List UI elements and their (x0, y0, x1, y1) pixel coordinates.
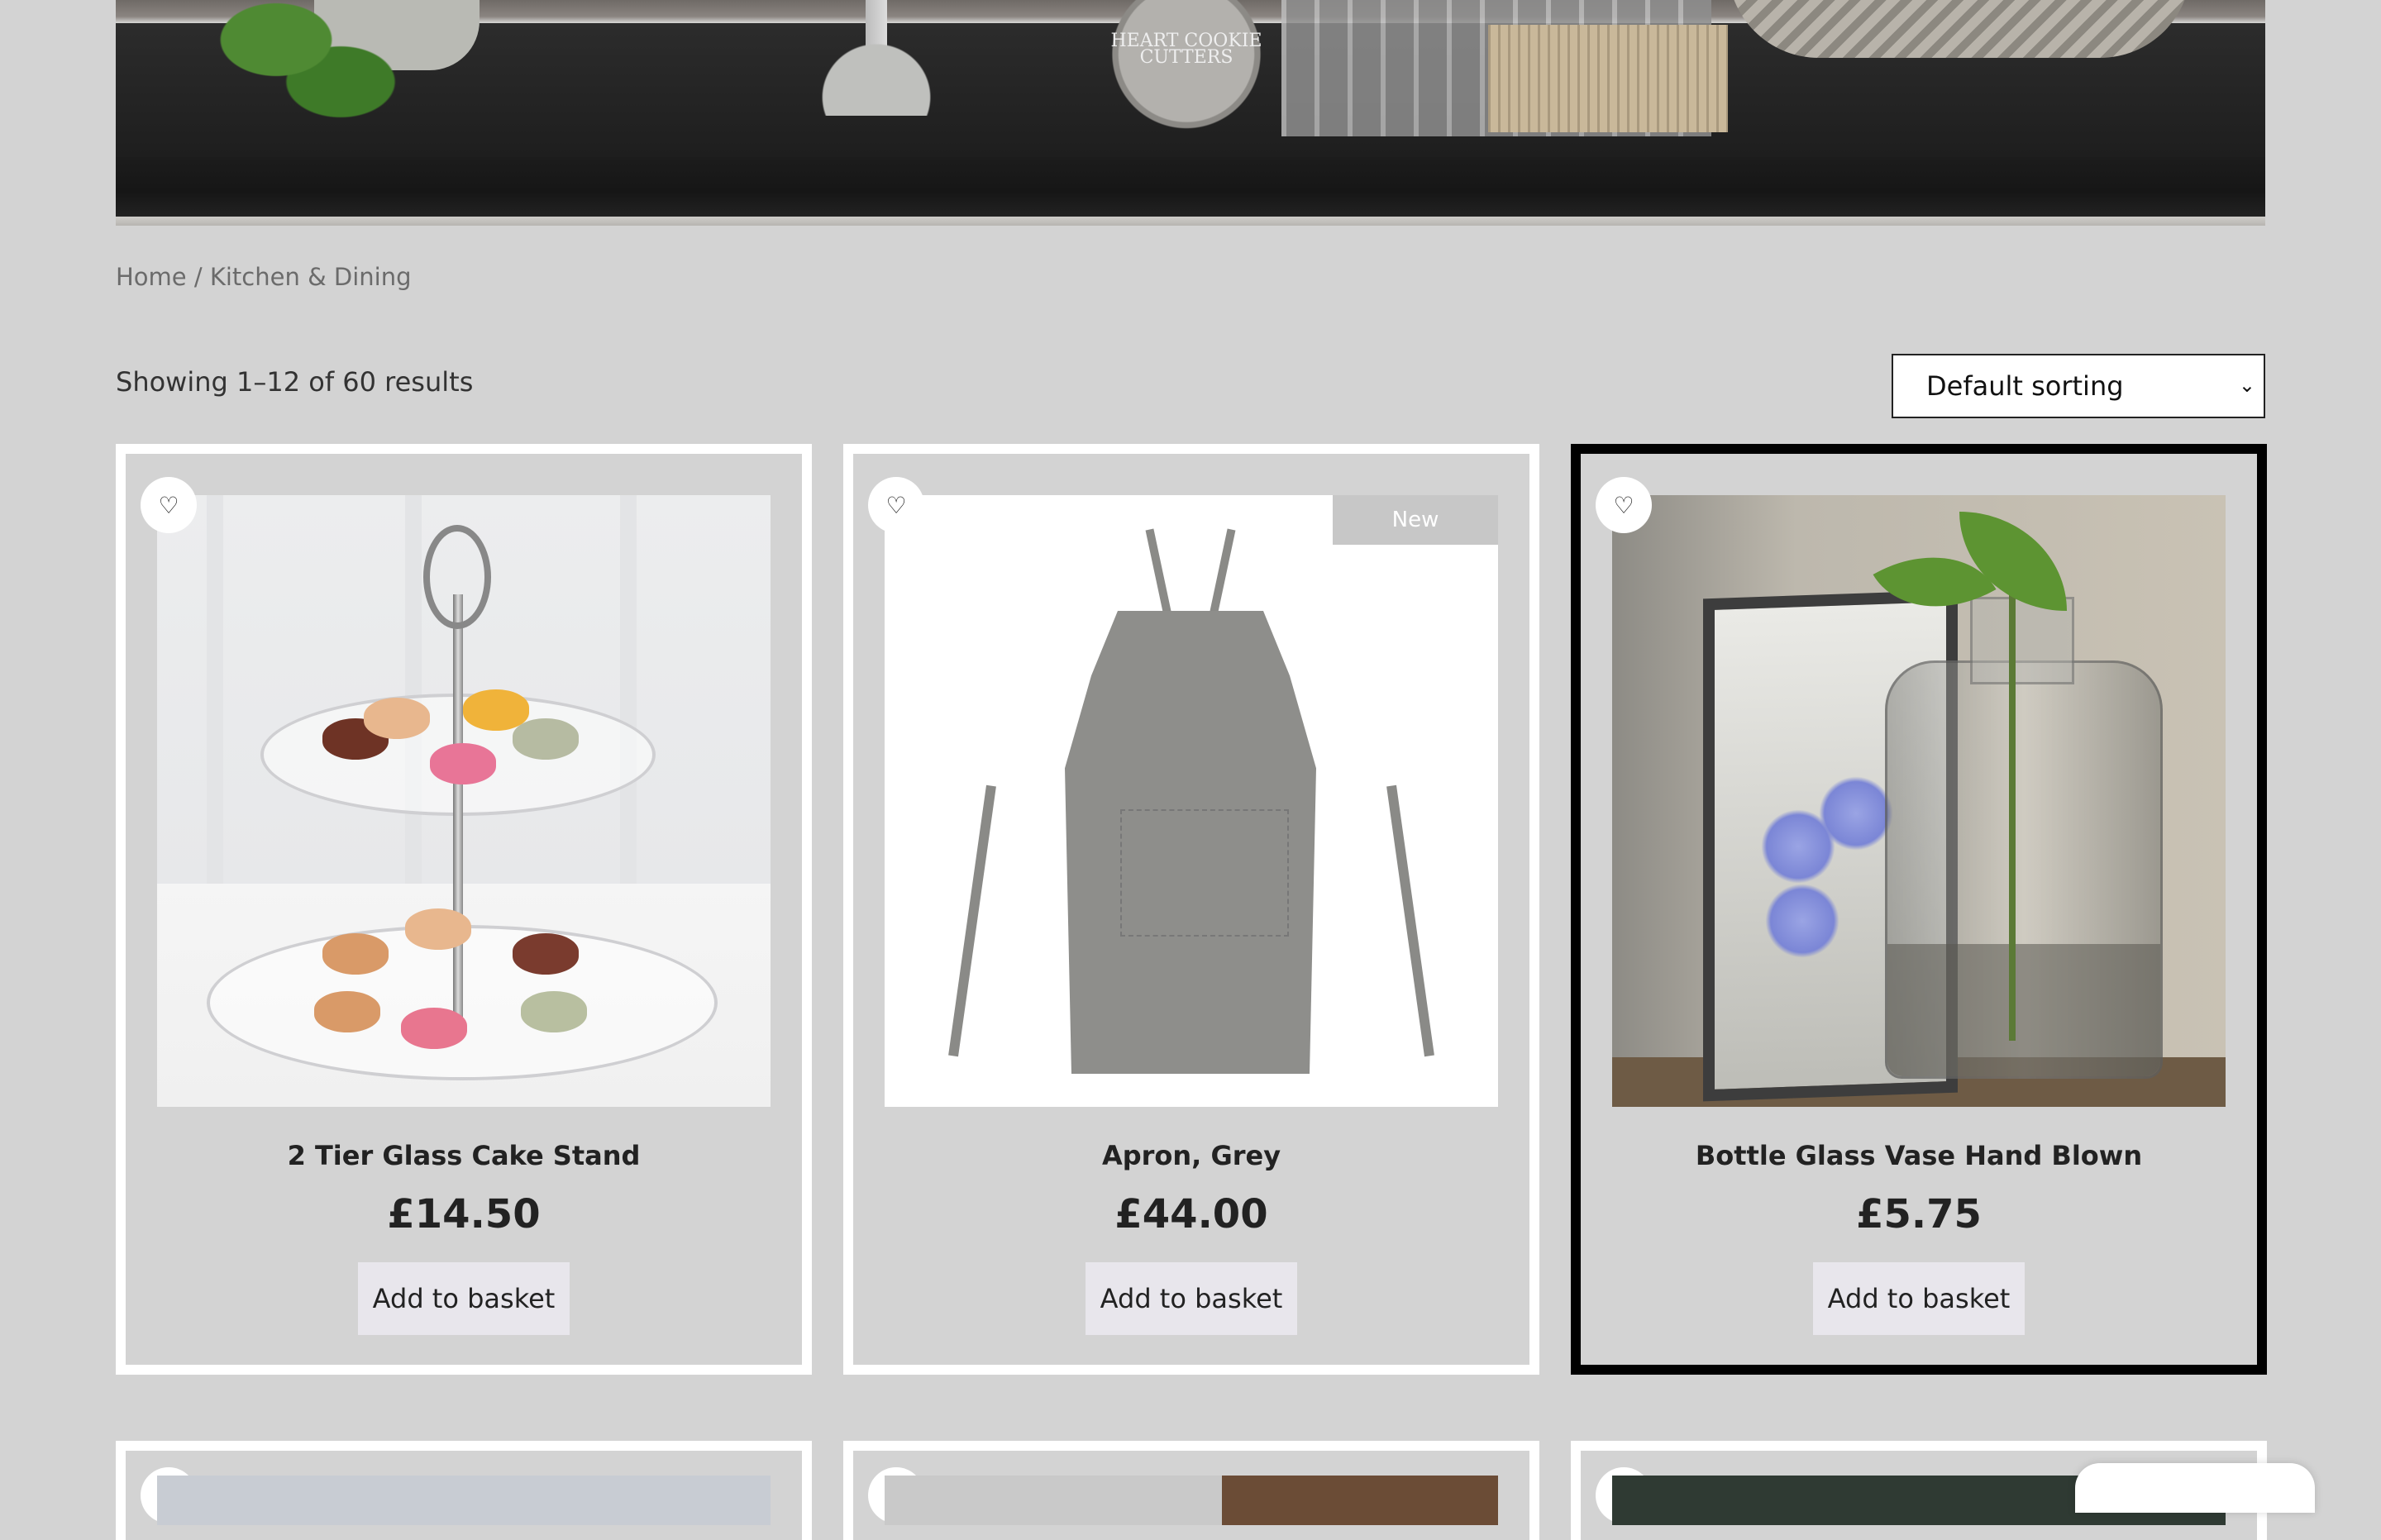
product-card[interactable]: ♡ New Apron, Grey £44.00 Add to basket (843, 444, 1539, 1375)
new-badge: New (1333, 495, 1498, 545)
pressed-flower (1819, 776, 1893, 851)
product-card[interactable]: ♡ 2 Tier Glass Cake Stand £14.50 Add to … (116, 444, 812, 1375)
breadcrumb-home-link[interactable]: Home (116, 263, 187, 291)
pressed-flower (1765, 884, 1839, 958)
add-to-basket-button[interactable]: Add to basket (1813, 1262, 2025, 1335)
hero-tin-label: HEART COOKIE CUTTERS (1110, 31, 1262, 68)
hero-glass-dish (769, 0, 984, 116)
product-image-vase[interactable] (1612, 495, 2226, 1107)
breadcrumb: Home / Kitchen & Dining (116, 263, 412, 291)
heart-plus-icon[interactable]: ♡ (141, 477, 197, 533)
apron-pocket (1120, 809, 1289, 937)
results-count: Showing 1–12 of 60 results (116, 366, 474, 398)
macaron (364, 698, 430, 739)
stand-pole (453, 594, 463, 1032)
sorting-selected-value: Default sorting (1926, 370, 2124, 402)
sorting-select[interactable]: Default sorting ⌄ (1892, 354, 2265, 418)
product-title[interactable]: 2 Tier Glass Cake Stand (126, 1140, 802, 1171)
product-image[interactable] (885, 1476, 1498, 1525)
product-price: £14.50 (387, 1191, 541, 1237)
product-price: £5.75 (1856, 1191, 1982, 1237)
heart-plus-icon[interactable]: ♡ (868, 477, 924, 533)
chat-widget[interactable] (2075, 1463, 2315, 1513)
add-to-basket-button[interactable]: Add to basket (1086, 1262, 1297, 1335)
product-price: £44.00 (1114, 1191, 1268, 1237)
product-title[interactable]: Bottle Glass Vase Hand Blown (1581, 1140, 2257, 1171)
heart-plus-icon[interactable]: ♡ (1596, 477, 1652, 533)
wall-panel (405, 495, 422, 884)
macaron (401, 1008, 467, 1049)
hero-napkins (1488, 25, 1728, 132)
vase-water (1887, 944, 2160, 1076)
product-card[interactable]: ♡ (843, 1441, 1539, 1540)
macaron (521, 991, 587, 1032)
macaron (314, 991, 380, 1032)
product-card[interactable]: ♡ Bottle Glass Vase Hand Blown £5.75 Add… (1571, 444, 2267, 1375)
stand-handle-ring (423, 525, 491, 629)
macaron (405, 908, 471, 950)
chevron-down-icon: ⌄ (2238, 374, 2255, 397)
product-card[interactable]: ♡ (116, 1441, 812, 1540)
breadcrumb-separator: / (186, 263, 210, 291)
macaron (513, 718, 579, 760)
add-to-basket-button[interactable]: Add to basket (358, 1262, 570, 1335)
product-title[interactable]: Apron, Grey (853, 1140, 1529, 1171)
macaron (513, 933, 579, 975)
plant-stem (2009, 545, 2016, 1041)
wall-panel (207, 495, 223, 884)
macaron (322, 933, 389, 975)
product-image-apron[interactable]: New (885, 495, 1498, 1107)
hero-plant-leaves (190, 0, 405, 124)
glass-vase (1885, 597, 2163, 1079)
hero-woven-basket (1728, 0, 2191, 58)
wall-panel (620, 495, 637, 884)
macaron (430, 743, 496, 784)
breadcrumb-current: Kitchen & Dining (209, 263, 412, 291)
product-image[interactable] (157, 1476, 771, 1525)
hero-banner: HEART COOKIE CUTTERS (116, 0, 2265, 226)
product-image-cake-stand[interactable] (157, 495, 771, 1107)
